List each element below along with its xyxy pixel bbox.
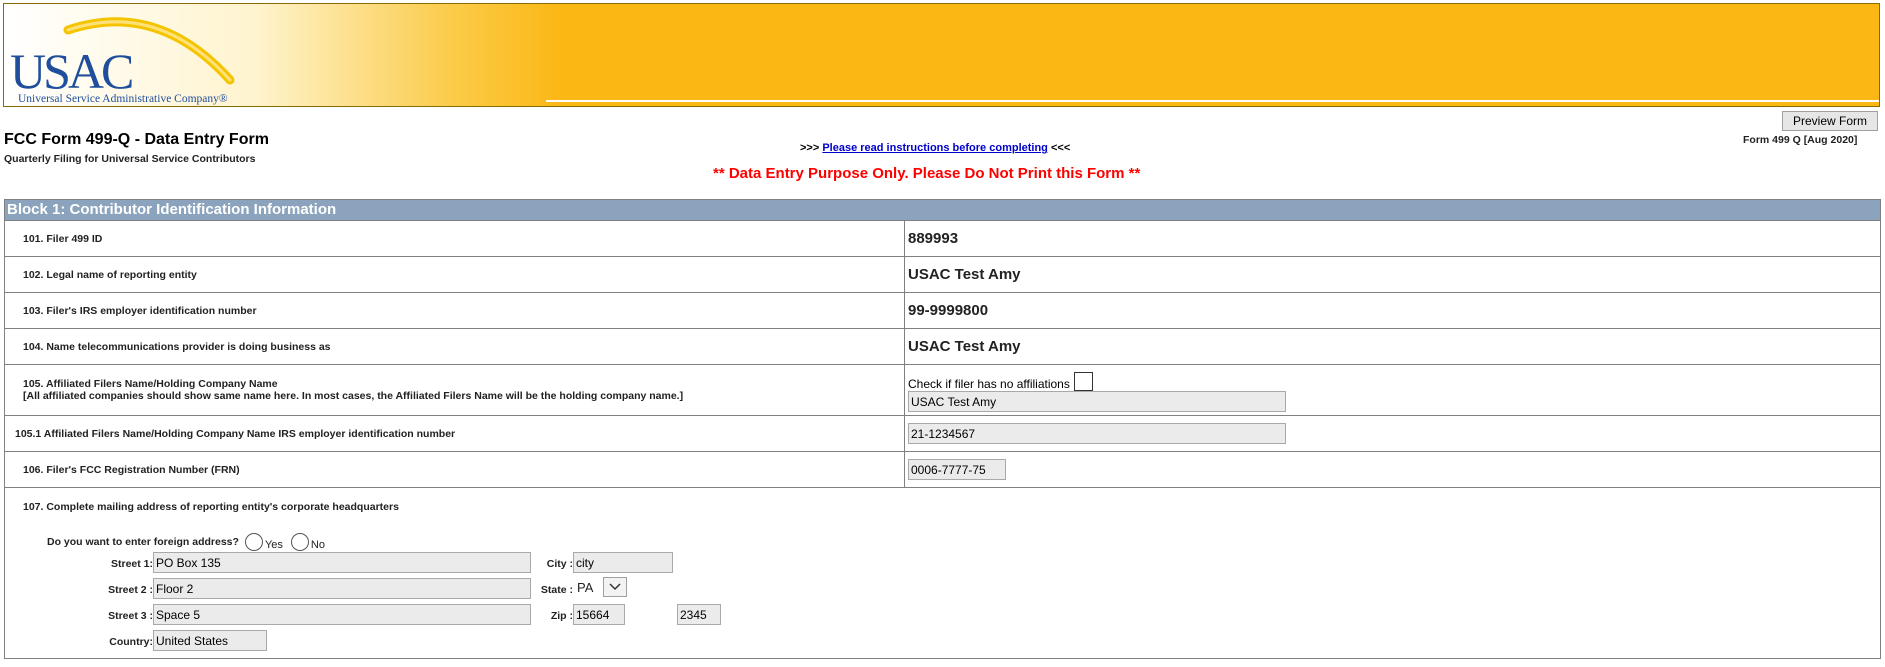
row-103: 103. Filer's IRS employer identification… [5, 293, 1880, 329]
zip-label: Zip : [550, 610, 573, 622]
row-102: 102. Legal name of reporting entity USAC… [5, 257, 1880, 293]
row-103-label: 103. Filer's IRS employer identification… [5, 293, 905, 328]
state-select[interactable] [603, 577, 627, 597]
foreign-address-label: Do you want to enter foreign address? [47, 536, 239, 548]
foreign-yes-radio[interactable] [244, 533, 263, 551]
block-1-header: Block 1: Contributor Identification Info… [5, 200, 1880, 221]
page-title: FCC Form 499-Q - Data Entry Form [4, 131, 269, 148]
block-1: Block 1: Contributor Identification Info… [4, 199, 1881, 659]
street1-label: Street 1: [110, 558, 153, 570]
logo-wordmark: USAC [10, 43, 132, 99]
row-102-label: 102. Legal name of reporting entity [5, 257, 905, 292]
row-106: 106. Filer's FCC Registration Number (FR… [5, 452, 1880, 488]
chevron-down-icon [609, 583, 621, 591]
city-label: City : [546, 558, 573, 570]
usac-banner: USAC Universal Service Administrative Co… [3, 3, 1880, 107]
instructions-line: >>> Please read instructions before comp… [800, 142, 1070, 154]
frn-input[interactable] [908, 459, 1006, 480]
irs-ein-value: 99-9999800 [908, 302, 989, 319]
row-105-label-cell: 105. Affiliated Filers Name/Holding Comp… [5, 365, 905, 415]
logo-tagline: Universal Service Administrative Company… [18, 93, 228, 105]
row-101: 101. Filer 499 ID 889993 [5, 221, 1880, 257]
row-106-label: 106. Filer's FCC Registration Number (FR… [5, 452, 905, 487]
no-affiliations-checkbox[interactable] [1073, 372, 1093, 391]
street1-input[interactable] [153, 552, 531, 573]
foreign-address-question: Do you want to enter foreign address? Ye… [47, 533, 333, 551]
no-affiliations-label: Check if filer has no affiliations [908, 377, 1070, 391]
row-105-1: 105.1 Affiliated Filers Name/Holding Com… [5, 416, 1880, 452]
zip4-input[interactable] [677, 604, 721, 625]
row-105-1-label: 105.1 Affiliated Filers Name/Holding Com… [5, 416, 905, 451]
affiliated-ein-input[interactable] [908, 423, 1286, 444]
state-label: State : [540, 584, 573, 596]
affiliated-name-input[interactable] [908, 391, 1286, 412]
row-104: 104. Name telecommunications provider is… [5, 329, 1880, 365]
row-105-note: [All affiliated companies should show sa… [23, 390, 684, 402]
preview-form-button[interactable]: Preview Form [1782, 111, 1878, 131]
dba-name-value: USAC Test Amy [908, 338, 1021, 355]
usac-logo: USAC Universal Service Administrative Co… [8, 10, 248, 106]
row-105: 105. Affiliated Filers Name/Holding Comp… [5, 365, 1880, 416]
instructions-link[interactable]: Please read instructions before completi… [822, 142, 1048, 154]
street2-label: Street 2 : [108, 584, 153, 596]
filer-499-id-value: 889993 [908, 230, 959, 247]
country-input[interactable] [153, 630, 267, 651]
row-101-label: 101. Filer 499 ID [5, 221, 905, 256]
legal-name-value: USAC Test Amy [908, 266, 1021, 283]
form-version: Form 499 Q [Aug 2020] [1743, 134, 1858, 146]
page-subtitle: Quarterly Filing for Universal Service C… [4, 153, 256, 165]
city-input[interactable] [573, 552, 673, 573]
row-105-label: 105. Affiliated Filers Name/Holding Comp… [23, 378, 278, 390]
country-label: Country: [109, 636, 153, 648]
street3-input[interactable] [153, 604, 531, 625]
row-107-label: 107. Complete mailing address of reporti… [23, 501, 399, 513]
foreign-no-label: No [310, 539, 325, 551]
zip-input[interactable] [573, 604, 625, 625]
banner-divider [546, 100, 1879, 102]
street3-label: Street 3 : [108, 610, 153, 622]
street2-input[interactable] [153, 578, 531, 599]
no-affiliations-line: Check if filer has no affiliations [908, 368, 1286, 391]
data-entry-warning: ** Data Entry Purpose Only. Please Do No… [713, 165, 1141, 182]
foreign-no-radio[interactable] [290, 533, 309, 551]
row-107: 107. Complete mailing address of reporti… [5, 488, 1880, 658]
row-104-label: 104. Name telecommunications provider is… [5, 329, 905, 364]
instructions-suffix: <<< [1050, 142, 1071, 154]
state-value: PA [577, 580, 594, 595]
instructions-prefix: >>> [800, 142, 820, 154]
foreign-yes-label: Yes [264, 539, 283, 551]
